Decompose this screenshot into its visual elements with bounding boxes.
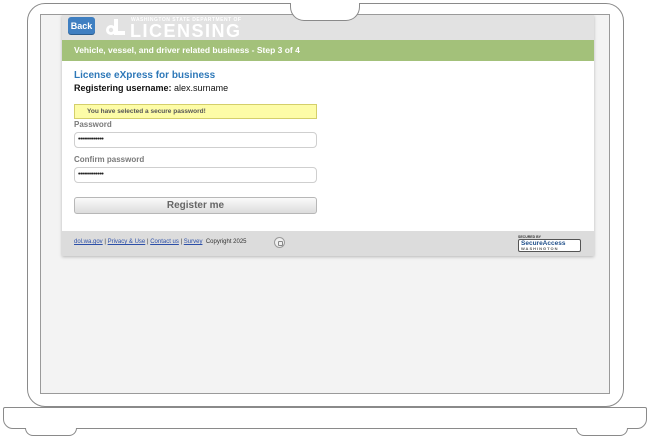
- username-value: alex.surname: [174, 83, 229, 93]
- confirm-password-label: Confirm password: [74, 155, 145, 164]
- laptop-base: [3, 407, 647, 429]
- secure-password-notice: You have selected a secure password!: [74, 104, 317, 119]
- username-line: Registering username: alex.surname: [74, 83, 582, 93]
- laptop-screen: Back WASHINGTON STATE DEPARTMENT OF LICE…: [40, 14, 610, 394]
- footer-link-survey[interactable]: Survey: [184, 239, 203, 245]
- copyright-text: Copyright 2025: [205, 239, 247, 245]
- laptop-foot-right: [576, 428, 628, 436]
- registration-page: Back WASHINGTON STATE DEPARTMENT OF LICE…: [62, 15, 594, 256]
- footer-link-contact[interactable]: Contact us: [150, 239, 179, 245]
- password-field[interactable]: •••••••••••••: [74, 132, 317, 148]
- badge-subtitle: WASHINGTON: [521, 246, 559, 251]
- username-label: Registering username:: [74, 83, 172, 93]
- secure-access-badge[interactable]: SECURED BY SecureAccess WASHINGTON: [518, 235, 581, 253]
- footer-separator: |: [146, 239, 149, 245]
- dol-logo-icon: [106, 19, 125, 35]
- form-content: License eXpress for business Registering…: [62, 61, 594, 239]
- footer-link-privacy[interactable]: Privacy & Use: [108, 239, 146, 245]
- register-button[interactable]: Register me: [74, 197, 317, 214]
- laptop-foot-left: [25, 428, 77, 436]
- step-bar: Vehicle, vessel, and driver related busi…: [62, 40, 594, 61]
- badge-box: SecureAccess WASHINGTON: [518, 239, 581, 252]
- footer-link-dol[interactable]: dol.wa.gov: [74, 239, 103, 245]
- licensing-wordmark: LICENSING: [130, 21, 242, 41]
- page-footer: dol.wa.gov | Privacy & Use | Contact us …: [62, 231, 594, 256]
- password-label: Password: [74, 120, 112, 129]
- laptop-camera-notch: [290, 3, 360, 21]
- back-button[interactable]: Back: [68, 17, 95, 34]
- footer-links: dol.wa.gov | Privacy & Use | Contact us …: [74, 239, 247, 245]
- footer-separator: |: [180, 239, 183, 245]
- footer-separator: |: [104, 239, 106, 245]
- confirm-password-field[interactable]: •••••••••••••: [74, 167, 317, 183]
- page-title: License eXpress for business: [74, 70, 216, 81]
- lock-icon: [274, 237, 285, 248]
